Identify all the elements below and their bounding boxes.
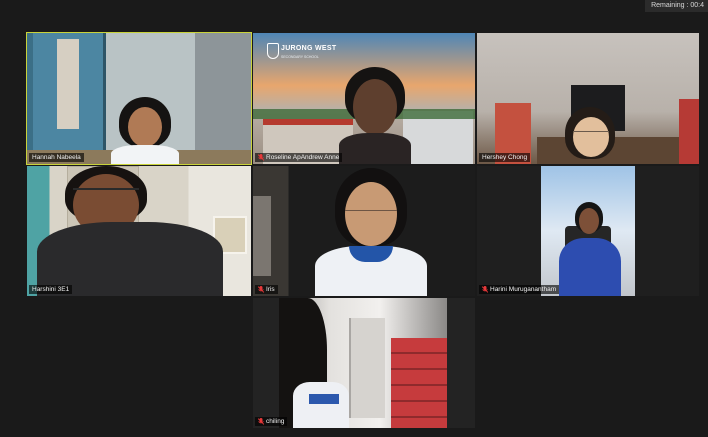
school-name: JURONG WEST (281, 45, 337, 52)
video-tile-harshini[interactable]: Harshini 3E1 (27, 166, 251, 296)
school-logo-icon (267, 43, 279, 59)
shelf (349, 318, 385, 418)
participant-nametag: Harini Muruganantham (479, 285, 560, 294)
mic-muted-icon (258, 286, 264, 293)
red-drawers (391, 338, 447, 428)
school-subtitle: SECONDARY SCHOOL (281, 55, 319, 59)
participant-nametag: Hershey Chong (479, 153, 531, 162)
video-tile-hershey[interactable]: Hershey Chong (477, 33, 699, 164)
person-body (293, 382, 349, 428)
lamp (253, 196, 271, 276)
video-tile-chiling[interactable]: chiling (253, 298, 475, 428)
person-face (128, 107, 162, 147)
person-face (579, 208, 599, 234)
glasses (73, 188, 139, 200)
glasses (345, 210, 397, 219)
red-shelf (679, 99, 699, 164)
mic-muted-icon (258, 154, 264, 161)
person-body (559, 238, 621, 296)
hanging-poster (57, 39, 79, 129)
mic-muted-icon (482, 286, 488, 293)
mic-muted-icon (258, 418, 264, 425)
video-tile-harini[interactable]: Harini Muruganantham (477, 166, 699, 296)
participant-nametag: Hannah Nabeela (29, 153, 84, 162)
participant-nametag: chiling (255, 417, 288, 426)
meeting-timer: Remaining : 00:4 (645, 0, 708, 12)
participant-nametag: Harshini 3E1 (29, 285, 73, 294)
video-tile-roseline[interactable]: JURONG WEST SECONDARY SCHOOL Roseline Ap… (253, 33, 475, 164)
person-body (339, 133, 411, 164)
participant-nametag: Iris (255, 285, 278, 294)
participant-nametag: Roseline ApAndrew Anne (255, 153, 343, 162)
glasses (573, 131, 609, 140)
person-face (353, 79, 397, 135)
video-tile-iris[interactable]: Iris (253, 166, 475, 296)
uniform-collar (309, 394, 339, 404)
person-body (111, 145, 179, 164)
video-tile-hannah[interactable]: Hannah Nabeela (26, 32, 252, 165)
